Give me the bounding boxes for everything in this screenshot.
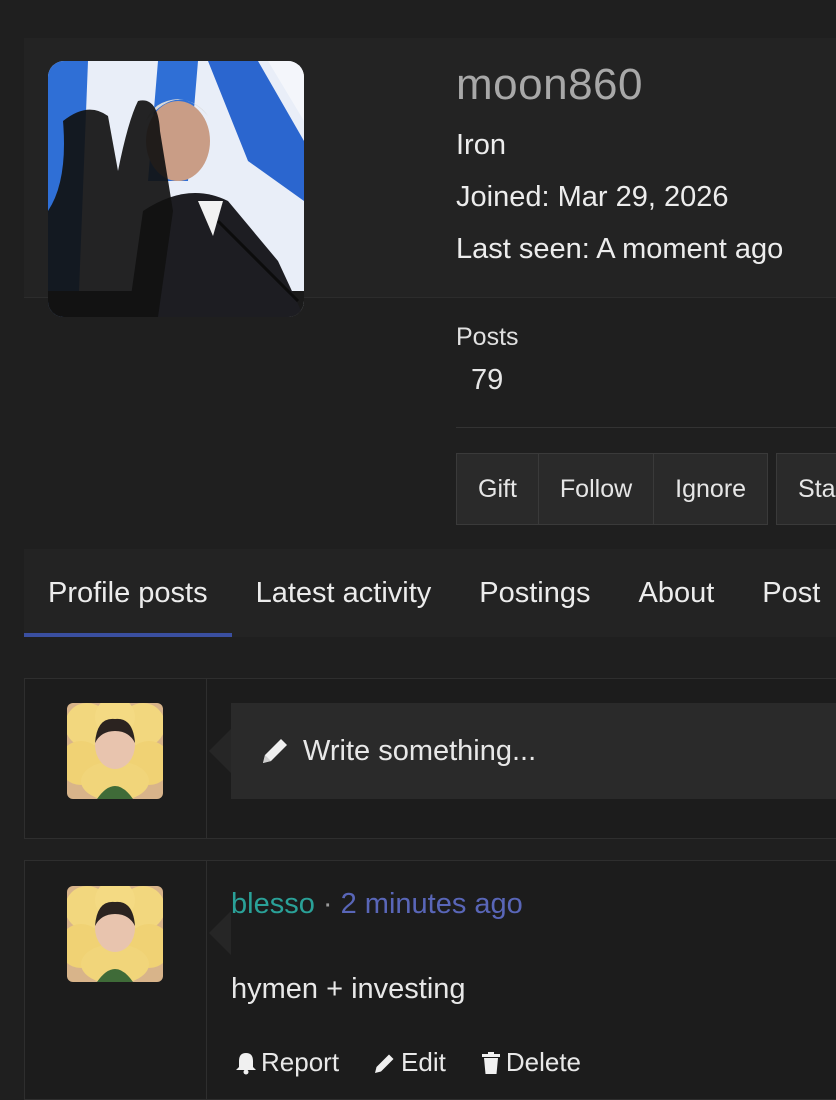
- post-author-link[interactable]: blesso: [231, 888, 315, 920]
- avatar[interactable]: [67, 703, 163, 799]
- start-conversation-button[interactable]: Sta: [776, 453, 836, 525]
- post-composer: Write something...: [24, 678, 836, 839]
- user-rank: Iron: [456, 129, 506, 161]
- profile-username: moon860: [456, 60, 643, 109]
- report-label: Report: [261, 1047, 340, 1077]
- post-meta: blesso · 2 minutes ago: [231, 888, 523, 921]
- flower-avatar-image: [67, 886, 163, 982]
- last-seen: Last seen: A moment ago: [456, 233, 784, 265]
- trash-icon: [481, 1051, 500, 1074]
- tab-postings[interactable]: Postings: [455, 549, 614, 637]
- tab-latest-activity[interactable]: Latest activity: [232, 549, 456, 637]
- composer-avatar-column: [25, 679, 207, 838]
- follow-button[interactable]: Follow: [537, 453, 655, 525]
- edit-label: Edit: [401, 1047, 446, 1077]
- post-avatar-column: [25, 861, 207, 1099]
- flower-avatar-image: [67, 703, 163, 799]
- post-actions: Report Edit Delete: [235, 1047, 581, 1078]
- delete-label: Delete: [505, 1047, 582, 1077]
- gift-button[interactable]: Gift: [456, 453, 539, 525]
- profile-tabs: Profile posts Latest activity Postings A…: [24, 549, 836, 637]
- post-timestamp[interactable]: 2 minutes ago: [341, 888, 523, 920]
- avatar-image: [48, 61, 304, 317]
- posts-count[interactable]: 79: [471, 364, 503, 397]
- tab-profile-posts[interactable]: Profile posts: [24, 549, 232, 637]
- post-content: hymen + investing: [231, 973, 466, 1005]
- joined-date: Joined: Mar 29, 2026: [456, 181, 729, 213]
- avatar[interactable]: [67, 886, 163, 982]
- posts-label: Posts: [456, 323, 519, 351]
- write-something-input[interactable]: Write something...: [231, 703, 836, 799]
- profile-avatar[interactable]: [48, 61, 304, 317]
- bell-icon: [236, 1052, 256, 1074]
- tab-posts[interactable]: Post: [738, 549, 836, 637]
- pencil-icon: [263, 739, 287, 763]
- composer-pointer: [209, 729, 231, 773]
- post-pointer: [209, 911, 231, 955]
- tab-about[interactable]: About: [615, 549, 739, 637]
- profile-action-bar: Gift Follow Ignore Sta: [456, 453, 836, 525]
- post-meta-separator: ·: [322, 888, 333, 920]
- delete-button[interactable]: Delete: [480, 1047, 581, 1078]
- edit-button[interactable]: Edit: [373, 1047, 446, 1078]
- profile-post: blesso · 2 minutes ago hymen + investing…: [24, 860, 836, 1100]
- report-button[interactable]: Report: [235, 1047, 339, 1078]
- write-something-placeholder: Write something...: [303, 734, 537, 767]
- pencil-icon: [375, 1054, 394, 1073]
- ignore-button[interactable]: Ignore: [653, 453, 769, 525]
- stats-divider: [456, 427, 836, 428]
